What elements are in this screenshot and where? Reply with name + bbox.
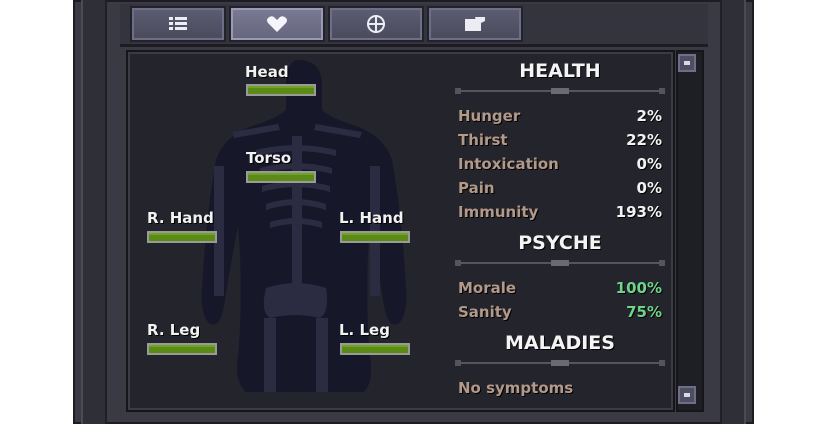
stat-label: Sanity <box>458 303 512 321</box>
r-hand-label: R. Hand <box>147 209 214 227</box>
stat-value: 100% <box>615 279 662 297</box>
l-leg-health-fill <box>342 345 408 353</box>
scroll-down-icon <box>684 393 690 397</box>
tab-skills[interactable] <box>328 6 424 42</box>
stat-row-intoxication: Intoxication 0% <box>458 155 662 177</box>
l-hand-health-bar <box>340 231 410 243</box>
stat-label: Intoxication <box>458 155 559 173</box>
health-divider <box>455 88 665 94</box>
frame-right-rail <box>720 0 746 424</box>
head-health-fill <box>248 86 314 94</box>
note-icon <box>465 17 485 31</box>
l-leg-label: L. Leg <box>339 321 390 339</box>
r-hand-health-fill <box>149 233 215 241</box>
scroll-down-button[interactable] <box>678 386 696 404</box>
r-leg-health-bar <box>147 343 217 355</box>
stat-row-hunger: Hunger 2% <box>458 107 662 129</box>
torso-health-fill <box>248 173 314 181</box>
stat-label: Pain <box>458 179 495 197</box>
r-leg-label: R. Leg <box>147 321 201 339</box>
list-icon <box>169 17 187 30</box>
l-leg-health-bar <box>340 343 410 355</box>
stat-row-immunity: Immunity 193% <box>458 203 662 225</box>
stat-label: Immunity <box>458 203 539 221</box>
scroll-up-button[interactable] <box>678 54 696 72</box>
head-health-bar <box>246 84 316 96</box>
health-title: HEALTH <box>519 60 601 82</box>
stat-label: Morale <box>458 279 517 297</box>
stat-value: 193% <box>615 203 662 221</box>
r-leg-health-fill <box>149 345 215 353</box>
l-hand-label: L. Hand <box>339 209 404 227</box>
stat-value: 75% <box>626 303 662 321</box>
stat-value: 2% <box>636 107 662 125</box>
l-hand-health-fill <box>342 233 408 241</box>
scrollbar-track[interactable] <box>676 50 704 412</box>
stat-label: Thirst <box>458 131 508 149</box>
scroll-up-icon <box>684 61 690 65</box>
maladies-divider <box>455 360 665 366</box>
stat-row-sanity: Sanity 75% <box>458 303 662 325</box>
stat-value: 22% <box>626 131 662 149</box>
stat-row-pain: Pain 0% <box>458 179 662 201</box>
head-label: Head <box>245 63 289 81</box>
maladies-status: No symptoms <box>458 379 574 397</box>
maladies-title: MALADIES <box>505 332 615 354</box>
stat-label: Hunger <box>458 107 521 125</box>
tab-notes[interactable] <box>427 6 523 42</box>
stat-value: 0% <box>636 179 662 197</box>
torso-label: Torso <box>246 149 292 167</box>
crosshair-icon <box>367 15 385 33</box>
heart-icon <box>267 16 287 32</box>
tab-list[interactable] <box>130 6 226 42</box>
psyche-divider <box>455 260 665 266</box>
torso-health-bar <box>246 171 316 183</box>
frame-left-rail <box>81 0 107 424</box>
psyche-title: PSYCHE <box>518 232 602 254</box>
stat-value: 0% <box>636 155 662 173</box>
tab-health[interactable] <box>229 6 325 42</box>
stat-row-thirst: Thirst 22% <box>458 131 662 153</box>
r-hand-health-bar <box>147 231 217 243</box>
stat-row-morale: Morale 100% <box>458 279 662 301</box>
